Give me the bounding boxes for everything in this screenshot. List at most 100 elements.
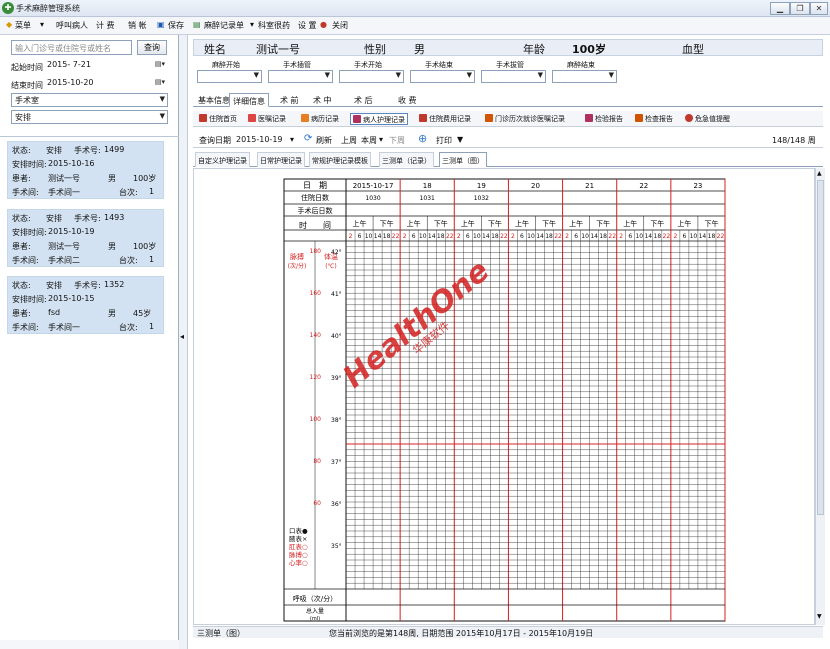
- menu-main[interactable]: 菜单: [15, 20, 31, 31]
- date-row-label: 日 期: [303, 181, 327, 190]
- surgery-card[interactable]: 状态: 安排 手术号: 1352 安排时间: 2015-10-15 患者: fsd 男 45岁 手术…: [7, 276, 164, 334]
- card-patient: 测试一号: [48, 242, 80, 251]
- hosp-days-label: 住院日数: [301, 193, 329, 202]
- tab-custom-nursing[interactable]: 自定义护理记录: [195, 152, 250, 167]
- room-select[interactable]: 手术室 ▼: [11, 93, 168, 107]
- menu-save[interactable]: 保存: [168, 20, 184, 31]
- status-left: 三测单（图）: [197, 629, 245, 638]
- collapse-arrow-icon[interactable]: ◂: [180, 332, 184, 341]
- tab-nursing-template[interactable]: 常规护理记录模板: [309, 152, 371, 167]
- tab-three-test-record[interactable]: 三测单（记录）: [379, 152, 434, 167]
- hour-label: 2: [349, 233, 353, 240]
- pane-splitter[interactable]: ◂: [179, 35, 188, 649]
- surgery-card[interactable]: 状态: 安排 手术号: 1493 安排时间: 2015-10-19 患者: 测试一号 男 100岁…: [7, 209, 164, 267]
- card-seq: 1: [149, 187, 155, 196]
- scroll-thumb[interactable]: [817, 180, 824, 515]
- legend-item: 脉搏○: [289, 550, 308, 559]
- tab-daily-nursing[interactable]: 日常护理记录: [257, 152, 305, 167]
- legend-item: 肛表○: [289, 542, 308, 551]
- hour-label: 18: [599, 233, 607, 240]
- dropdown-icon[interactable]: ▾: [379, 135, 383, 144]
- print-button[interactable]: 打印: [436, 135, 452, 146]
- chevron-down-icon: ▼: [395, 71, 401, 79]
- hosp-day-cell: 1032: [474, 195, 489, 202]
- tab-detail-info[interactable]: 详细信息: [229, 93, 269, 107]
- tab-three-test-chart[interactable]: 三测单（图）: [439, 152, 487, 167]
- surgery-card[interactable]: 状态: 安排 手术号: 1499 安排时间: 2015-10-16 患者: 测试一号 男 100岁…: [7, 141, 164, 199]
- card-patient-label: 患者:: [12, 242, 31, 251]
- hour-label: 14: [428, 233, 436, 240]
- card-time: 2015-10-19: [48, 227, 95, 236]
- tab-preop[interactable]: 术 前: [277, 93, 302, 107]
- query-date-value[interactable]: 2015-10-19: [236, 135, 283, 144]
- print-dropdown-icon[interactable]: ▼: [457, 135, 463, 144]
- subtab-label: 危急值提醒: [695, 115, 730, 123]
- tab-postop[interactable]: 术 后: [351, 93, 376, 107]
- calendar-icon[interactable]: ▤▾: [155, 60, 165, 68]
- next-week-button[interactable]: 下周: [389, 135, 405, 146]
- magnifier-icon: ⊕: [418, 132, 428, 145]
- end-time-picker[interactable]: 2015-10-20 ▤▾: [44, 77, 167, 91]
- subtab-outpatient-orders[interactable]: 门诊历次就诊医嘱记录: [483, 113, 567, 125]
- status-select[interactable]: 安排 ▼: [11, 110, 168, 124]
- subtab-critical-alert[interactable]: 危急值提醒: [683, 113, 732, 125]
- minimize-icon[interactable]: ▁: [770, 2, 790, 15]
- chevron-down-icon: ▼: [159, 95, 165, 103]
- menu-close[interactable]: 关闭: [332, 20, 348, 31]
- record-tabs: 住院首页 医嘱记录 病历记录 病人护理记录 住院费用记录 门诊历次就诊医嘱记录 …: [193, 111, 823, 127]
- card-room: 手术间一: [48, 188, 80, 197]
- menu-cancel-account[interactable]: 销 帐: [128, 20, 147, 31]
- subtab-orders[interactable]: 医嘱记录: [246, 113, 288, 125]
- time-picker[interactable]: ▼: [197, 70, 262, 83]
- cur-week-button[interactable]: 本周: [361, 135, 377, 146]
- hour-label: 2: [511, 233, 515, 240]
- search-button[interactable]: 查询: [137, 40, 167, 55]
- hour-label: 22: [446, 233, 454, 240]
- status-right: 您当前浏览的是第148周, 日期范围 2015年10月17日 - 2015年10…: [329, 629, 594, 638]
- subtab-lab-report[interactable]: 检验报告: [583, 113, 625, 125]
- subtab-admission-home[interactable]: 住院首页: [197, 113, 239, 125]
- subtab-exam-report[interactable]: 检查报告: [633, 113, 675, 125]
- refresh-button[interactable]: 刷新: [316, 135, 332, 146]
- menu-settings[interactable]: 设 置: [298, 20, 317, 31]
- time-picker[interactable]: ▼: [339, 70, 404, 83]
- pm-label: 下午: [650, 219, 664, 228]
- tab-basic-info[interactable]: 基本信息: [195, 93, 233, 107]
- menu-dept-drug[interactable]: 科室很药: [258, 20, 290, 31]
- scroll-up-icon[interactable]: ▲: [817, 170, 824, 179]
- hour-label: 6: [628, 233, 632, 240]
- restore-icon[interactable]: ❐: [790, 2, 810, 15]
- sex-label: 性别: [364, 43, 386, 56]
- time-picker[interactable]: ▼: [481, 70, 546, 83]
- subtab-nursing[interactable]: 病人护理记录: [350, 113, 408, 125]
- tab-intraop[interactable]: 术 中: [310, 93, 335, 107]
- subtab-medical-history[interactable]: 病历记录: [299, 113, 341, 125]
- subtab-inpatient-fees[interactable]: 住院费用记录: [417, 113, 473, 125]
- close-icon[interactable]: ✕: [810, 2, 828, 15]
- am-label: 上午: [353, 219, 367, 228]
- status-bar: 三测单（图） 您当前浏览的是第148周, 日期范围 2015年10月17日 - …: [193, 626, 823, 638]
- hour-label: 22: [554, 233, 562, 240]
- menu-anesthesia-record[interactable]: 麻醉记录单: [204, 20, 244, 31]
- scroll-down-icon[interactable]: ▼: [817, 613, 824, 622]
- card-time: 2015-10-16: [48, 159, 95, 168]
- hour-label: 22: [608, 233, 616, 240]
- search-input[interactable]: 输入门诊号或住院号或姓名: [11, 40, 132, 55]
- outpatient-icon: [485, 114, 493, 122]
- tab-fees[interactable]: 收 费: [395, 93, 420, 107]
- temp-tick: 36°: [331, 501, 342, 508]
- menu-star-icon: ◆: [6, 20, 13, 29]
- time-picker[interactable]: ▼: [268, 70, 333, 83]
- menu-call-patient[interactable]: 呼叫病人: [56, 20, 88, 31]
- prev-week-button[interactable]: 上周: [341, 135, 357, 146]
- h-icon: [199, 114, 207, 122]
- time-picker[interactable]: ▼: [410, 70, 475, 83]
- menu-arrow-icon: ▾: [250, 20, 255, 29]
- date-dropdown-icon[interactable]: ▾: [290, 135, 294, 144]
- start-time-picker[interactable]: 2015- 7-21 ▤▾: [44, 59, 167, 73]
- time-picker[interactable]: ▼: [552, 70, 617, 83]
- calendar-icon[interactable]: ▤▾: [155, 78, 165, 86]
- hour-label: 6: [358, 233, 362, 240]
- vertical-scrollbar[interactable]: ▲ ▼: [815, 168, 825, 625]
- menu-billing[interactable]: 计 费: [96, 20, 115, 31]
